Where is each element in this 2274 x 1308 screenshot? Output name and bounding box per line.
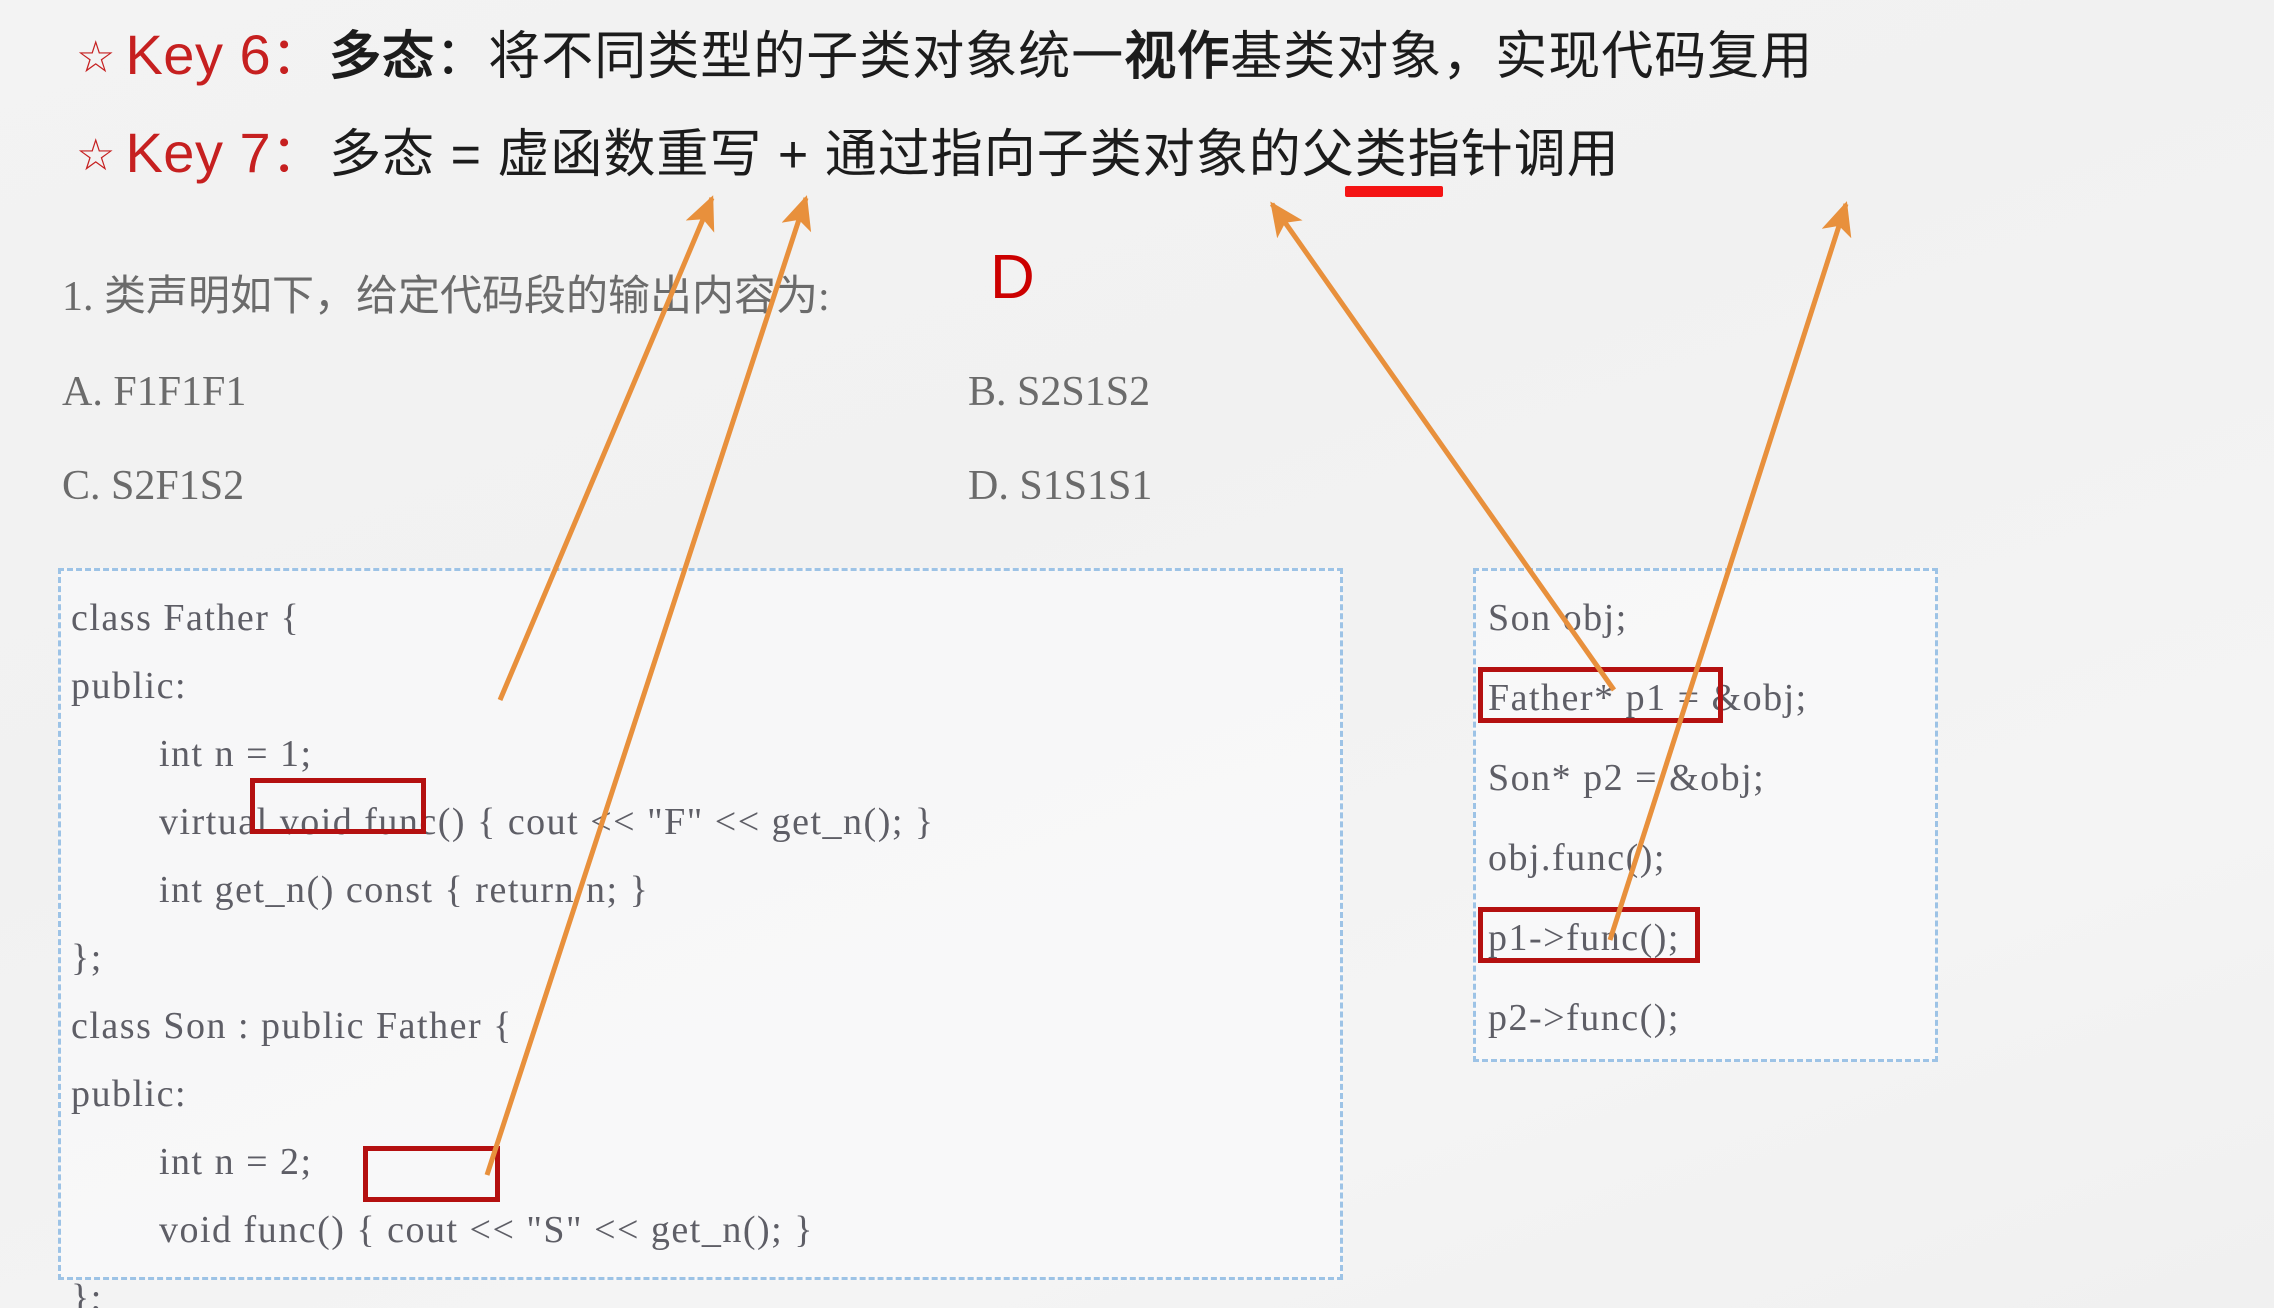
key-6-body-pre: 将不同类型的子类对象统一 [488,28,1125,86]
answer-annotation: D [990,243,1035,312]
red-marker-underline [1345,186,1443,197]
highlight-p1-func-call [1478,907,1700,963]
code-line: public: [71,1073,188,1115]
option-a: A. F1F1F1 [62,369,247,415]
key-6-body-post: 基类对象，实现代码复用 [1230,28,1814,86]
key-6-body-bold: 视作 [1124,28,1231,86]
code-line: Son* p2 = &obj; [1488,757,1766,799]
code-block-main: Son obj; Father* p1 = &obj; Son* p2 = &o… [1473,568,1938,1062]
option-c: C. S2F1S2 [62,463,245,509]
key-7-colon: ： [271,126,324,184]
star-icon: ☆ [76,131,116,180]
highlight-func-override [363,1146,500,1202]
code-block-classes: class Father { public: int n = 1; virtua… [58,568,1343,1308]
code-line: }; [71,1277,103,1308]
highlight-virtual-keyword [250,778,426,834]
key-7-text: 多态 = 虚函数重写 + 通过指向子类对象的父类指针调用 [329,126,1620,184]
code-line: virtual void func() { cout << "F" << get… [71,801,935,843]
code-line: void func() { cout << "S" << get_n(); } [71,1209,814,1251]
option-d: D. S1S1S1 [968,463,1153,509]
key-6-sep: ： [435,28,489,86]
code-line: obj.func(); [1488,837,1666,879]
code-line: public: [71,665,188,707]
code-line: }; [71,937,103,979]
key-7-line: ☆ Key 7 ： 多态 = 虚函数重写 + 通过指向子类对象的父类指针调用 [76,112,1620,187]
code-line: Son obj; [1488,597,1628,639]
code-line: class Father { [71,597,301,639]
key-6-line: ☆ Key 6 ： 多态：将不同类型的子类对象统一视作基类对象，实现代码复用 [76,14,1813,89]
key-6-colon: ： [271,28,324,86]
slide-canvas: ☆ Key 6 ： 多态：将不同类型的子类对象统一视作基类对象，实现代码复用 ☆… [0,0,2274,1308]
highlight-father-pointer-decl [1478,667,1723,723]
code-line: int get_n() const { return n; } [71,869,650,911]
star-icon: ☆ [76,33,116,82]
code-line: class Son : public Father { [71,1005,513,1047]
code-line: p2->func(); [1488,997,1680,1039]
code-line: int n = 1; [71,733,313,775]
key-7-label: Key 7 [125,121,272,184]
key-6-bold-lead: 多态 [329,28,436,86]
option-b: B. S2S1S2 [968,369,1151,415]
question-text: 1. 类声明如下，给定代码段的输出内容为: [62,274,830,320]
code-line: int n = 2; [71,1141,313,1183]
key-6-label: Key 6 [125,23,272,86]
key-6-text: 多态：将不同类型的子类对象统一视作基类对象，实现代码复用 [329,14,1813,89]
